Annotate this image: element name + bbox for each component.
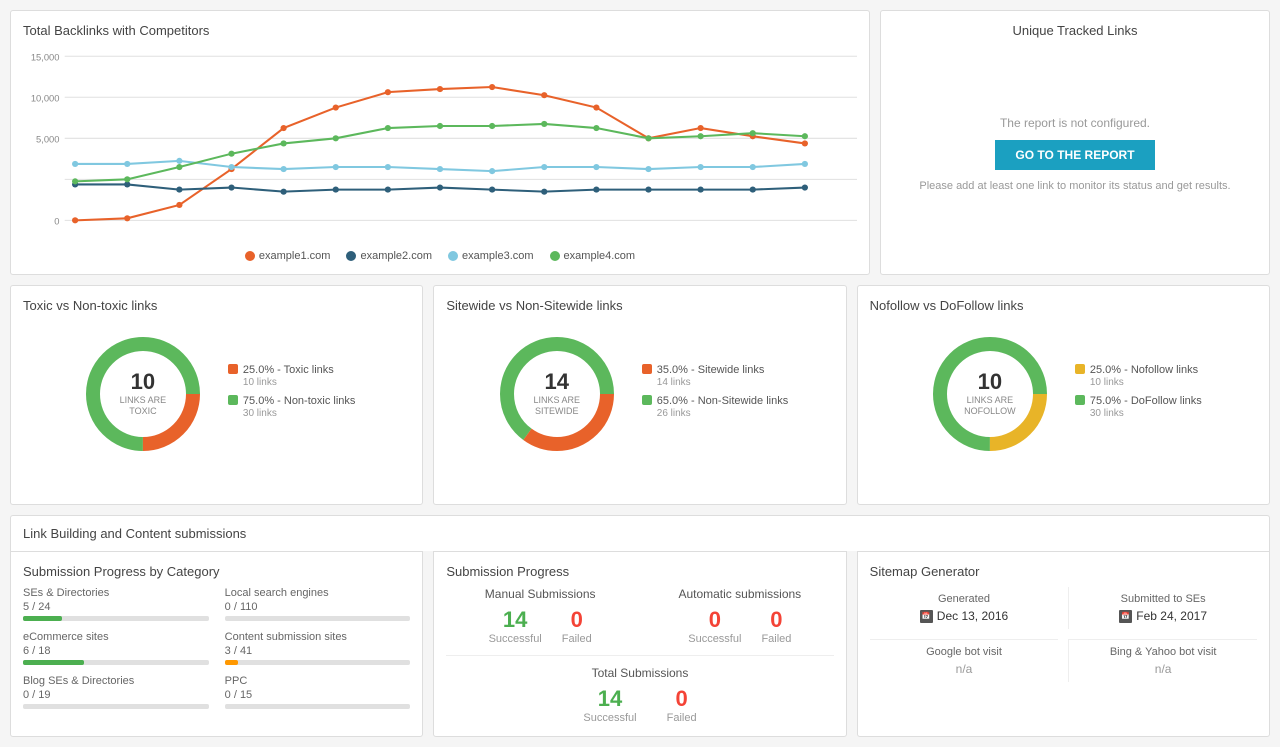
toxic-donut-card: Toxic vs Non-toxic links 10 LINKS ARE TO… — [10, 285, 423, 505]
nofollow-donut-chart: 10 LINKS ARE NOFOLLOW — [925, 329, 1055, 459]
backlinks-title: Total Backlinks with Competitors — [23, 23, 857, 38]
sitewide-number: 14 — [524, 371, 589, 393]
toxic-title: Toxic vs Non-toxic links — [23, 298, 410, 313]
nofollow-legend: 25.0% - Nofollow links 10 links 75.0% - … — [1075, 363, 1202, 426]
link-building-title: Link Building and Content submissions — [23, 526, 246, 541]
sitemap-grid: Generated 📅 Dec 13, 2016 Submitted to SE… — [870, 587, 1257, 682]
toxic-legend-item-1: 25.0% - Toxic links — [243, 363, 334, 377]
sitemap-submitted: Submitted to SEs 📅 Feb 24, 2017 — [1068, 587, 1257, 629]
nofollow-number: 10 — [957, 371, 1022, 393]
svg-text:0: 0 — [54, 217, 59, 227]
calendar-icon-submitted: 📅 — [1119, 610, 1132, 623]
submission-category-card: Submission Progress by Category SEs & Di… — [10, 551, 423, 737]
tracked-sub-message: Please add at least one link to monitor … — [919, 180, 1230, 192]
sitemap-generator-card: Sitemap Generator Generated 📅 Dec 13, 20… — [857, 551, 1270, 737]
svg-text:5,000: 5,000 — [36, 134, 59, 144]
calendar-icon-generated: 📅 — [920, 610, 933, 623]
sitemap-generated: Generated 📅 Dec 13, 2016 — [870, 587, 1059, 629]
toxic-label: LINKS ARE TOXIC — [110, 395, 175, 417]
sitewide-title: Sitewide vs Non-Sitewide links — [446, 298, 833, 313]
sub-cat-item-4: Blog SEs & Directories 0 / 19 — [23, 675, 209, 711]
svg-text:15,000: 15,000 — [31, 52, 60, 62]
submission-progress-grid: Manual Submissions 14 Successful 0 Faile… — [446, 587, 833, 645]
donut-charts-row: Toxic vs Non-toxic links 10 LINKS ARE TO… — [10, 285, 1270, 505]
automatic-submissions: Automatic submissions 0 Successful 0 Fai… — [646, 587, 834, 645]
sitemap-google-bot: Google bot visit n/a — [870, 639, 1059, 682]
toxic-donut-chart: 10 LINKS ARE TOXIC — [78, 329, 208, 459]
tracked-message: The report is not configured. — [1000, 116, 1150, 130]
svg-text:10,000: 10,000 — [31, 93, 60, 103]
sub-cat-item-3: Content submission sites 3 / 41 — [225, 631, 411, 667]
nofollow-donut-card: Nofollow vs DoFollow links 10 LINKS ARE … — [857, 285, 1270, 505]
sub-progress-title: Submission Progress — [446, 564, 833, 579]
legend-example2: example2.com — [360, 250, 432, 262]
submission-progress-card: Submission Progress Manual Submissions 1… — [433, 551, 846, 737]
nofollow-title: Nofollow vs DoFollow links — [870, 298, 1257, 313]
toxic-legend-sub-1: 10 links — [243, 377, 334, 388]
sitewide-donut-chart: 14 LINKS ARE SITEWIDE — [492, 329, 622, 459]
toxic-legend-sub-2: 30 links — [243, 408, 356, 419]
sub-cat-item-5: PPC 0 / 15 — [225, 675, 411, 711]
manual-submissions: Manual Submissions 14 Successful 0 Faile… — [446, 587, 634, 645]
legend-example3: example3.com — [462, 250, 534, 262]
sub-category-grid: SEs & Directories 5 / 24 Local search en… — [23, 587, 410, 711]
go-to-report-button[interactable]: GO TO THE REPORT — [995, 140, 1154, 170]
tracked-links-card: Unique Tracked Links The report is not c… — [880, 10, 1270, 275]
sub-cat-item-1: Local search engines 0 / 110 — [225, 587, 411, 623]
sitemap-title: Sitemap Generator — [870, 564, 1257, 579]
sub-category-title: Submission Progress by Category — [23, 564, 410, 579]
sitemap-bing-bot: Bing & Yahoo bot visit n/a — [1068, 639, 1257, 682]
sub-cat-item-0: SEs & Directories 5 / 24 — [23, 587, 209, 623]
sitewide-label: LINKS ARE SITEWIDE — [524, 395, 589, 417]
legend-example1: example1.com — [259, 250, 331, 262]
sub-cat-item-2: eCommerce sites 6 / 18 — [23, 631, 209, 667]
backlinks-chart: 15,000 10,000 5,000 0 — [23, 46, 857, 246]
tracked-title: Unique Tracked Links — [1012, 23, 1137, 38]
sitewide-donut-card: Sitewide vs Non-Sitewide links 14 LINKS … — [433, 285, 846, 505]
toxic-legend: 25.0% - Toxic links 10 links 75.0% - Non… — [228, 363, 356, 426]
link-building-section: Link Building and Content submissions Su… — [10, 515, 1270, 737]
sitewide-legend: 35.0% - Sitewide links 14 links 65.0% - … — [642, 363, 788, 426]
toxic-number: 10 — [110, 371, 175, 393]
nofollow-label: LINKS ARE NOFOLLOW — [957, 395, 1022, 417]
legend-example4: example4.com — [564, 250, 636, 262]
toxic-legend-item-2: 75.0% - Non-toxic links — [243, 394, 356, 408]
chart-legend: example1.com example2.com example3.com e… — [23, 250, 857, 262]
